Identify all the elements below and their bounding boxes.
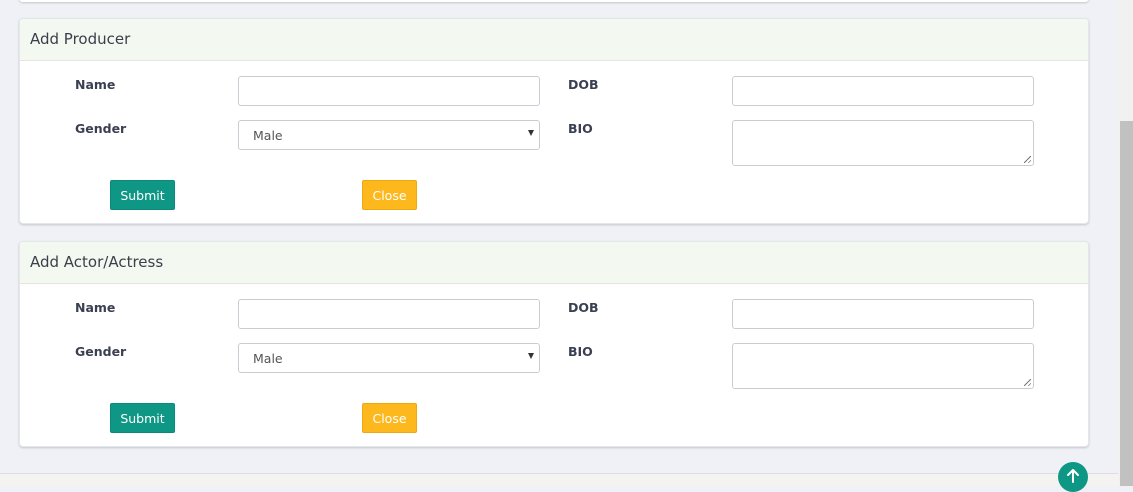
add-producer-card: Add Producer Name DOB Gender Male BIO Su…	[19, 18, 1089, 224]
dob-label: DOB	[568, 300, 599, 315]
caret-down-icon	[528, 353, 534, 359]
name-input[interactable]	[238, 299, 540, 329]
name-input[interactable]	[238, 76, 540, 106]
close-button[interactable]: Close	[362, 403, 417, 433]
vertical-scrollbar[interactable]	[1118, 0, 1133, 486]
close-button[interactable]: Close	[362, 180, 417, 210]
dob-input[interactable]	[732, 299, 1034, 329]
producer-form: Name DOB Gender Male BIO Submit Close	[20, 61, 1088, 223]
gender-label: Gender	[75, 121, 127, 136]
bio-textarea[interactable]	[732, 343, 1034, 389]
page-footer	[0, 473, 1118, 486]
gender-selected-value: Male	[253, 128, 283, 143]
dob-label: DOB	[568, 77, 599, 92]
gender-selected-value: Male	[253, 351, 283, 366]
dob-input[interactable]	[732, 76, 1034, 106]
bio-textarea[interactable]	[732, 120, 1034, 166]
arrow-up-icon	[1067, 469, 1079, 483]
card-title: Add Actor/Actress	[20, 242, 1088, 284]
bio-label: BIO	[568, 121, 593, 136]
submit-button[interactable]: Submit	[110, 403, 175, 433]
name-label: Name	[75, 77, 116, 92]
gender-select[interactable]: Male	[238, 343, 540, 373]
submit-button[interactable]: Submit	[110, 180, 175, 210]
actor-form: Name DOB Gender Male BIO Submit Close	[20, 284, 1088, 446]
caret-down-icon	[528, 130, 534, 136]
add-actor-card: Add Actor/Actress Name DOB Gender Male B…	[19, 241, 1089, 447]
gender-label: Gender	[75, 344, 127, 359]
bio-label: BIO	[568, 344, 593, 359]
resize-handle-icon[interactable]	[1024, 379, 1031, 386]
scroll-to-top-button[interactable]	[1058, 462, 1088, 492]
previous-card-edge	[19, 0, 1089, 2]
resize-handle-icon[interactable]	[1024, 156, 1031, 163]
scrollbar-thumb[interactable]	[1120, 121, 1133, 486]
name-label: Name	[75, 300, 116, 315]
gender-select[interactable]: Male	[238, 120, 540, 150]
card-title: Add Producer	[20, 19, 1088, 61]
